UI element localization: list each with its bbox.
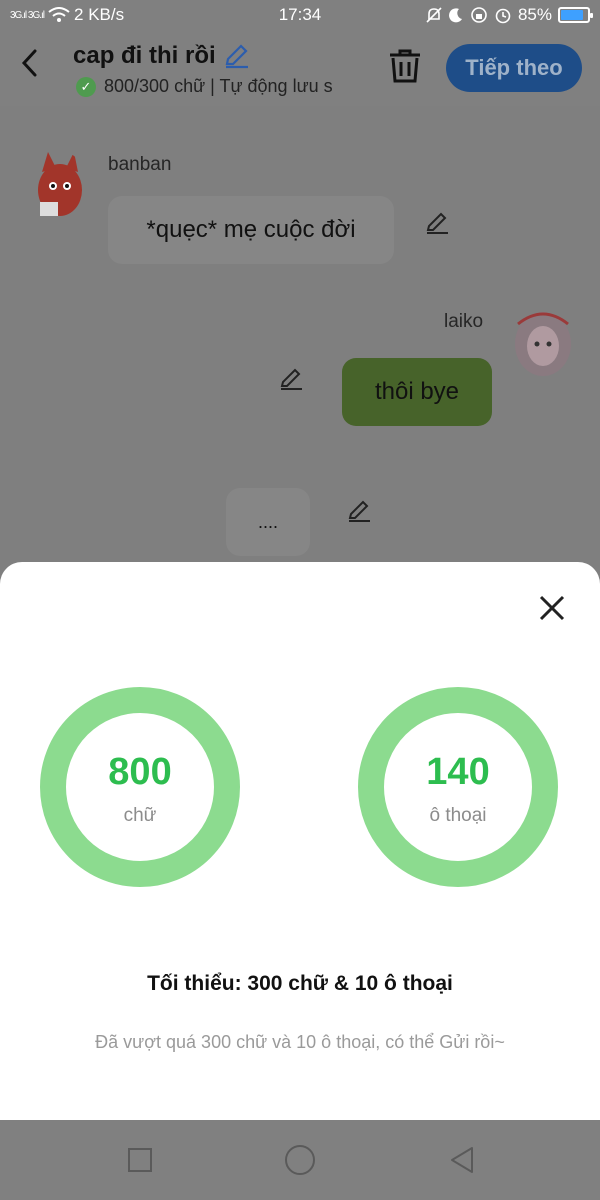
lock-rotate-icon <box>471 7 487 23</box>
delete-button[interactable] <box>386 48 424 84</box>
status-bar: 3G.ıl 3G.ıl 2 KB/s 17:34 85% <box>0 0 600 32</box>
message-bubble[interactable]: *quẹc* mẹ cuộc đời <box>108 196 394 264</box>
word-count-ring: 800 chữ <box>40 687 240 887</box>
word-count-status: 800/300 chữ | Tự động lưu s <box>104 76 333 96</box>
back-nav-button[interactable] <box>446 1144 478 1176</box>
message-bubble-own[interactable]: thôi bye <box>342 358 492 426</box>
sender-name: banban <box>108 154 172 175</box>
word-count-value: 800 <box>108 751 172 793</box>
dialog-count-label: ô thoại <box>429 805 487 826</box>
minimum-requirement: Tối thiểu: 300 chữ & 10 ô thoại <box>147 972 453 995</box>
home-button[interactable] <box>282 1142 318 1178</box>
mute-icon <box>426 7 442 23</box>
edit-message-icon[interactable] <box>278 366 304 392</box>
back-button[interactable] <box>20 48 38 84</box>
dialog-count-value: 140 <box>426 751 490 793</box>
edit-message-icon[interactable] <box>424 210 450 236</box>
edit-title-icon[interactable] <box>222 42 250 70</box>
saved-check-icon: ✓ <box>76 76 96 97</box>
narration-bubble[interactable]: .... <box>226 488 310 556</box>
requirement-note: Đã vượt quá 300 chữ và 10 ô thoại, có th… <box>95 1032 505 1052</box>
avatar-banban[interactable] <box>26 150 88 222</box>
moon-icon <box>449 8 462 23</box>
system-nav-bar <box>0 1120 600 1200</box>
recent-apps-button[interactable] <box>124 1144 156 1176</box>
chevron-left-icon <box>21 49 37 77</box>
battery-icon <box>558 7 593 23</box>
story-title[interactable]: cap đi thi rồi <box>73 42 216 70</box>
battery-percent: 85% <box>517 5 552 24</box>
dialog-count-ring: 140 ô thoại <box>358 687 558 887</box>
chat-area: banban *quẹc* mẹ cuộc đời laiko thôi bye… <box>0 106 600 566</box>
word-count-label: chữ <box>123 805 157 826</box>
sender-name: laiko <box>444 311 484 332</box>
close-icon[interactable] <box>538 594 566 622</box>
avatar-laiko[interactable] <box>508 304 578 380</box>
edit-message-icon[interactable] <box>346 498 372 524</box>
word-count-sheet: 800 chữ 140 ô thoại Tối thiểu: 300 chữ &… <box>0 562 600 1120</box>
alarm-icon <box>495 8 511 24</box>
app-header: cap đi thi rồi ✓ 800/300 chữ | Tự động l… <box>0 32 600 106</box>
next-button[interactable]: Tiếp theo <box>446 44 582 92</box>
